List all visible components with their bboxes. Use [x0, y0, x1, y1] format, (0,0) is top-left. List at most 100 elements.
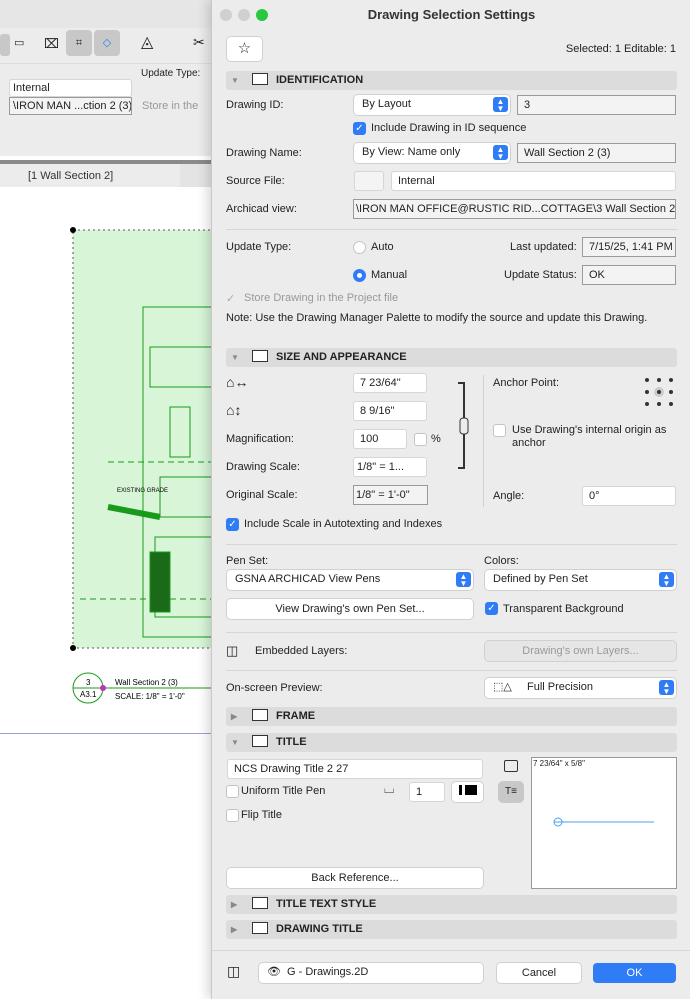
title-type-field[interactable]: NCS Drawing Title 2 27 — [227, 759, 483, 779]
preview-size: 7 23/64" x 5/8" — [533, 759, 585, 768]
manual-radio[interactable] — [353, 269, 366, 282]
percent-checkbox[interactable] — [414, 433, 427, 446]
magnification-field[interactable]: 100 — [353, 429, 407, 449]
tab-wall-section[interactable]: [1 Wall Section 2] — [0, 164, 180, 187]
drawing-id-select[interactable]: By Layout ▲ ▼ — [354, 95, 510, 115]
link-proportions-icon[interactable] — [456, 382, 474, 470]
title-preview-icon[interactable]: T≡ — [498, 781, 524, 803]
use-internal-origin-checkbox[interactable] — [493, 424, 506, 437]
uniform-title-pen-checkbox[interactable] — [226, 785, 239, 798]
cross-icon[interactable]: ⌧ — [44, 36, 59, 52]
source-file-field[interactable]: Internal — [9, 79, 132, 97]
pen-icon: ⌴ — [384, 781, 395, 796]
drawing-scale-field[interactable]: 1/8" = 1... — [353, 457, 427, 477]
layer-select[interactable]: 👁 G - Drawings.2D — [259, 963, 483, 983]
section-identification[interactable]: ▼ IDENTIFICATION — [226, 71, 677, 90]
pen-number-field[interactable]: 1 — [409, 782, 445, 802]
section-size-and-appearance[interactable]: ▼ SIZE AND APPEARANCE — [226, 348, 677, 367]
section-drawing-title[interactable]: ▶ DRAWING TITLE — [226, 920, 677, 939]
width-icon: ⌂↔ — [226, 374, 249, 390]
update-status-field: OK — [582, 265, 676, 285]
angle-field[interactable]: 0° — [582, 486, 676, 506]
drawing-name-label: Drawing Name: — [226, 147, 302, 159]
section-title-text-style[interactable]: ▶ TITLE TEXT STYLE — [226, 895, 677, 914]
flip-title-label: Flip Title — [241, 809, 282, 821]
include-scale-label: Include Scale in Autotexting and Indexes — [244, 518, 443, 530]
update-type-label: Update Type: — [141, 68, 201, 79]
drawing-name-select[interactable]: By View: Name only ▲ ▼ — [354, 143, 510, 163]
svg-text:A3.1: A3.1 — [80, 690, 97, 699]
last-updated-label: Last updated: — [510, 241, 577, 253]
chevron-updown-icon: ▲ ▼ — [659, 572, 674, 588]
divider — [226, 229, 677, 230]
select-frame-icon[interactable]: ⌗ — [66, 30, 92, 56]
rotate-icon[interactable]: ◇ — [94, 30, 120, 56]
favorites-button[interactable]: ☆ — [227, 37, 262, 61]
chevron-updown-icon: ▲ ▼ — [493, 145, 508, 161]
ok-button[interactable]: OK — [593, 963, 676, 983]
section-title[interactable]: ▼ TITLE — [226, 733, 677, 752]
drawing-title-marker[interactable]: 3 A3.1 Wall Section 2 (3) SCALE: 1/8" = … — [70, 670, 212, 706]
drawing-selection-settings-dialog: Drawing Selection Settings ☆ Selected: 1… — [211, 0, 690, 999]
uniform-title-pen-label: Uniform Title Pen — [241, 785, 326, 797]
drawing-name-field: Wall Section 2 (3) — [517, 143, 676, 163]
frame-icon — [252, 709, 268, 721]
store-checkbox-label: Store in the — [142, 100, 199, 112]
source-file-field[interactable]: Internal — [391, 171, 676, 191]
pen-set-select[interactable]: GSNA ARCHICAD View Pens ▲ ▼ — [227, 570, 473, 590]
scissors-icon[interactable]: ✂ — [193, 34, 205, 51]
store-drawing-checkbox[interactable]: ✓ — [226, 292, 239, 305]
on-screen-preview-select[interactable]: ⬚△ Full Precision ▲ ▼ — [485, 678, 676, 698]
toolbar: ▭ ⌧ ⌗ ◇ ◬ ✂ — [0, 28, 212, 64]
transparent-background-checkbox[interactable]: ✓ — [485, 602, 498, 615]
update-status-label: Update Status: — [504, 269, 577, 281]
tool-icon[interactable] — [0, 34, 10, 56]
anchor-point-picker[interactable] — [644, 377, 674, 407]
include-in-sequence-checkbox[interactable]: ✓ — [353, 122, 366, 135]
section-frame[interactable]: ▶ FRAME — [226, 707, 677, 726]
angle-label: Angle: — [493, 490, 525, 502]
layout-preview-icon[interactable] — [504, 760, 518, 772]
note-text: Note: Use the Drawing Manager Palette to… — [226, 312, 648, 324]
svg-text:Wall Section 2 (3): Wall Section 2 (3) — [115, 678, 178, 687]
include-in-sequence-label: Include Drawing in ID sequence — [371, 122, 527, 134]
star-icon: ☆ — [237, 40, 252, 57]
auto-radio[interactable] — [353, 241, 366, 254]
colors-select[interactable]: Defined by Pen Set ▲ ▼ — [485, 570, 676, 590]
archicad-view-label: Archicad view: — [226, 203, 297, 215]
layers-icon: ◫ — [227, 963, 241, 979]
divider — [226, 544, 677, 545]
back-reference-button[interactable]: Back Reference... — [227, 868, 483, 888]
archicad-view-field: \IRON MAN OFFICE@RUSTIC RID...COTTAGE\3 … — [353, 199, 676, 219]
tab-label: [1 Wall Section 2] — [28, 170, 114, 182]
title-icon — [252, 735, 268, 747]
drawing-canvas[interactable]: EXISTING GRADE — [0, 187, 212, 733]
divider — [226, 632, 677, 633]
pen-color-button[interactable] — [452, 782, 483, 802]
chevron-updown-icon: ▲ ▼ — [456, 572, 471, 588]
view-pen-set-button[interactable]: View Drawing's own Pen Set... — [227, 599, 473, 619]
source-file-browse-button[interactable] — [354, 171, 384, 191]
include-scale-checkbox[interactable]: ✓ — [226, 518, 239, 531]
manual-label: Manual — [371, 269, 408, 281]
ruler-icon[interactable]: ▭ — [14, 36, 24, 49]
triangle-icon[interactable]: ◬ — [141, 32, 153, 52]
selection-info: Selected: 1 Editable: 1 — [565, 43, 676, 55]
cancel-button[interactable]: Cancel — [497, 963, 581, 983]
canvas-bottom-edge — [0, 733, 212, 763]
flip-title-checkbox[interactable] — [226, 809, 239, 822]
text-style-icon — [252, 897, 268, 909]
selection-handle — [70, 227, 76, 233]
drawings-own-layers-button[interactable]: Drawing's own Layers... — [485, 641, 676, 661]
store-drawing-label: Store Drawing in the Project file — [244, 292, 399, 304]
grade-label: EXISTING GRADE — [117, 488, 168, 494]
preview-icon: ⬚△ — [493, 681, 512, 693]
background-window: ▭ ⌧ ⌗ ◇ ◬ ✂ Internal \IRON MAN ...ction … — [0, 0, 212, 999]
archicad-view-field: \IRON MAN ...ction 2 (3) — [9, 97, 132, 115]
height-field[interactable]: 8 9/16" — [353, 401, 427, 421]
percent-label: % — [431, 433, 441, 445]
source-file-label: Source File: — [226, 175, 285, 187]
embedded-layers-label: Embedded Layers: — [255, 645, 348, 657]
width-field[interactable]: 7 23/64" — [353, 373, 427, 393]
drawing-scale-label: Drawing Scale: — [226, 461, 300, 473]
